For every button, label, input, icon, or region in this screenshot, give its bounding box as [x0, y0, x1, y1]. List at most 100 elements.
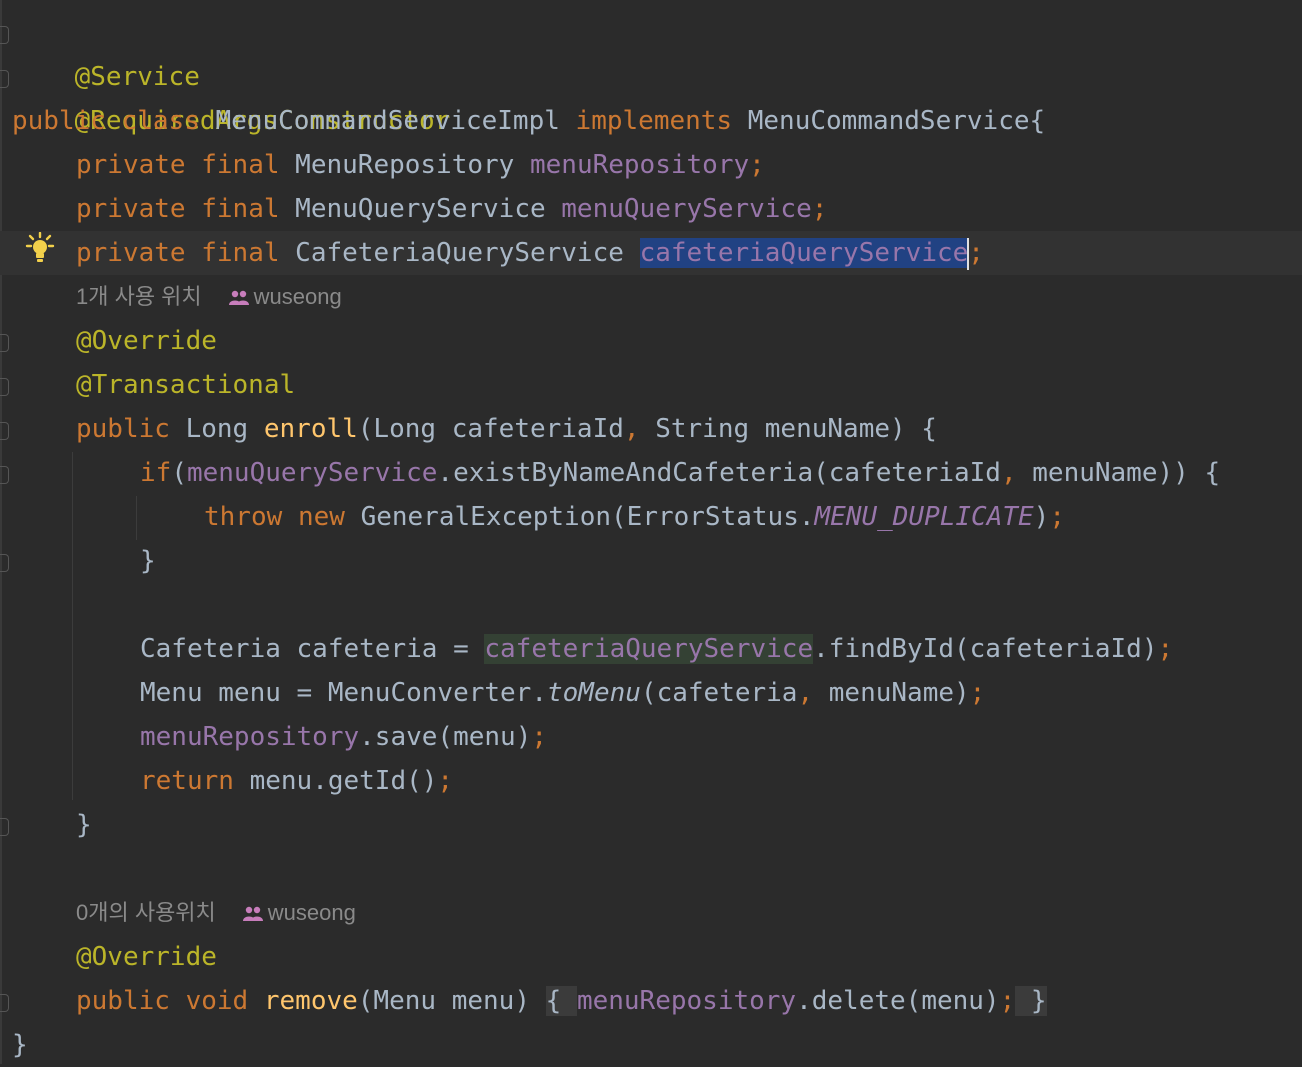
fold-marker[interactable]	[0, 378, 9, 396]
keyword: void	[185, 986, 249, 1016]
code-line[interactable]: return menu.getId();	[140, 759, 453, 803]
code-line[interactable]: }	[76, 803, 92, 847]
author-label[interactable]: wuseong	[254, 284, 342, 309]
usage-hint[interactable]: 0개의 사용위치 wuseong	[76, 891, 356, 935]
highlighted-field-reference[interactable]: cafeteriaQueryService	[484, 634, 814, 664]
parameters: (Menu menu)	[357, 986, 546, 1016]
class-name: MenuCommandServiceImpl	[215, 106, 560, 136]
code-line[interactable]: private final CafeteriaQueryService cafe…	[76, 231, 984, 275]
keyword: if	[140, 458, 172, 488]
method-call: .existByNameAndCafeteria(cafeteriaId	[437, 458, 1001, 488]
fold-marker[interactable]	[0, 70, 9, 88]
comma: ,	[623, 414, 640, 444]
code-line[interactable]: menuRepository.save(menu);	[140, 715, 547, 759]
type-name: MenuRepository	[295, 150, 515, 180]
fold-marker[interactable]	[0, 334, 9, 352]
keyword: implements	[575, 106, 733, 136]
folded-region-open[interactable]: {	[545, 986, 577, 1016]
lightbulb-icon[interactable]	[24, 232, 56, 264]
annotation: @Override	[76, 326, 217, 356]
editor-gutter	[0, 0, 2, 1064]
closing-brace: }	[140, 546, 156, 576]
fold-marker[interactable]	[0, 554, 9, 572]
semicolon: ;	[999, 986, 1016, 1016]
keyword: public	[76, 986, 170, 1016]
keyword: class	[121, 106, 200, 136]
fold-marker[interactable]	[0, 422, 9, 440]
arguments: menuName)	[813, 678, 970, 708]
variable-declaration: Cafeteria cafeteria =	[140, 634, 485, 664]
field-name: menuRepository	[576, 986, 797, 1016]
fold-marker[interactable]	[0, 994, 9, 1012]
code-line[interactable]: Cafeteria cafeteria = cafeteriaQueryServ…	[140, 627, 1173, 671]
semicolon: ;	[437, 766, 454, 796]
code-line[interactable]: if(menuQueryService.existByNameAndCafete…	[140, 451, 1220, 495]
keyword: return	[140, 766, 234, 796]
keyword: public	[76, 414, 170, 444]
parameters: String menuName) {	[639, 414, 937, 444]
comma: ,	[1000, 458, 1017, 488]
code-line[interactable]: Menu menu = MenuConverter.toMenu(cafeter…	[140, 671, 985, 715]
usage-count-label[interactable]: 0개의 사용위치	[76, 900, 216, 925]
selected-field-name[interactable]: cafeteriaQueryService	[639, 238, 969, 268]
keyword: new	[297, 502, 345, 532]
annotation: @Transactional	[76, 370, 296, 400]
code-line[interactable]: @Transactional	[76, 363, 295, 407]
semicolon: ;	[749, 150, 765, 180]
people-icon	[228, 290, 249, 306]
variable-declaration: Menu menu = MenuConverter.	[140, 678, 547, 708]
method-call: .findById(cafeteriaId)	[813, 634, 1158, 664]
people-icon	[242, 906, 263, 922]
keyword: throw	[204, 502, 283, 532]
field-name: menuRepository	[529, 150, 750, 180]
method-name: enroll	[263, 414, 358, 444]
keyword: final	[201, 150, 280, 180]
paren: )	[1033, 502, 1050, 532]
author-label[interactable]: wuseong	[268, 900, 356, 925]
code-line[interactable]: @Override	[76, 319, 217, 363]
method-name: remove	[263, 986, 358, 1016]
keyword: private	[76, 238, 186, 268]
code-line[interactable]: @Service	[12, 11, 200, 92]
indent-guide	[72, 452, 73, 800]
usage-hint[interactable]: 1개 사용 위치 wuseong	[76, 275, 342, 319]
field-name: menuQueryService	[186, 458, 438, 488]
usage-count-label[interactable]: 1개 사용 위치	[76, 284, 202, 309]
parameters: (Long cafeteriaId	[357, 414, 624, 444]
code-line[interactable]: private final MenuRepository menuReposit…	[76, 143, 765, 187]
keyword: final	[201, 238, 280, 268]
code-line[interactable]: }	[12, 1023, 28, 1067]
comma: ,	[797, 678, 814, 708]
semicolon: ;	[1049, 502, 1065, 532]
type-name: Long	[185, 414, 249, 444]
code-line[interactable]: @Override	[76, 935, 217, 979]
method-call: menuName)) {	[1016, 458, 1221, 488]
fold-marker[interactable]	[0, 818, 9, 836]
interface-name: MenuCommandService{	[747, 106, 1046, 136]
field-name: menuQueryService	[561, 194, 812, 224]
code-line[interactable]: throw new GeneralException(ErrorStatus.M…	[204, 495, 1065, 539]
semicolon: ;	[969, 678, 986, 708]
code-line[interactable]: private final MenuQueryService menuQuery…	[76, 187, 827, 231]
indent-guide	[136, 496, 137, 540]
keyword: private	[76, 150, 186, 180]
arguments: (cafeteria	[640, 678, 798, 708]
fold-marker[interactable]	[0, 26, 9, 44]
code-line[interactable]: public class MenuCommandServiceImpl impl…	[12, 99, 1045, 143]
method-call: .save(menu)	[359, 722, 532, 752]
code-line[interactable]: @RequiredArgsConstructor	[12, 55, 451, 136]
code-line[interactable]: }	[140, 539, 156, 583]
closing-brace: }	[76, 810, 92, 840]
fold-marker[interactable]	[0, 466, 9, 484]
code-line[interactable]: public Long enroll(Long cafeteriaId, Str…	[76, 407, 937, 451]
code-editor[interactable]: @Service @RequiredArgsConstructor public…	[0, 0, 1302, 1064]
code-line[interactable]: public void remove(Menu menu) { menuRepo…	[76, 979, 1047, 1023]
type-name: MenuQueryService	[295, 194, 546, 224]
static-method-name: toMenu	[547, 678, 641, 708]
field-name: menuRepository	[140, 722, 360, 752]
annotation: @Override	[76, 942, 217, 972]
constructor-call: GeneralException(ErrorStatus.	[360, 502, 815, 532]
semicolon: ;	[811, 194, 828, 224]
folded-region-close[interactable]: }	[1015, 986, 1047, 1016]
semicolon: ;	[1157, 634, 1174, 664]
